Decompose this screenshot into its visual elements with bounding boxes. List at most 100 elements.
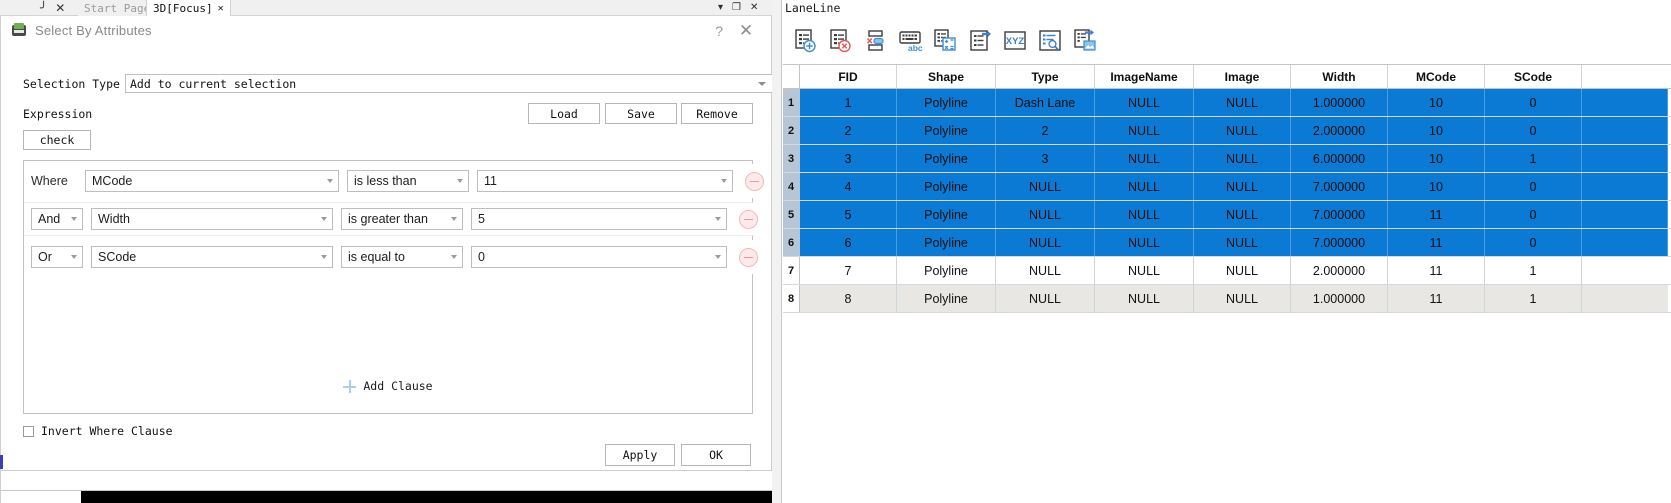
- panel-divider[interactable]: [772, 0, 782, 503]
- table-row[interactable]: 7 7 Polyline NULL NULL NULL 2.000000 11 …: [783, 257, 1671, 285]
- cell-width[interactable]: 2.000000: [1291, 117, 1388, 144]
- cell-imagename[interactable]: NULL: [1095, 173, 1194, 200]
- clause-operator-dropdown[interactable]: is greater than: [341, 208, 463, 230]
- close-icon[interactable]: ✕: [750, 3, 758, 13]
- cell-type[interactable]: 2: [996, 117, 1095, 144]
- cell-width[interactable]: 1.000000: [1291, 285, 1388, 312]
- remove-clause-icon[interactable]: [739, 209, 758, 229]
- column-header-shape[interactable]: Shape: [897, 65, 996, 88]
- cell-shape[interactable]: Polyline: [897, 173, 996, 200]
- restore-icon[interactable]: ❐: [732, 3, 741, 13]
- cell-mcode[interactable]: 10: [1388, 89, 1485, 116]
- cell-mcode[interactable]: 11: [1388, 229, 1485, 256]
- clause-connector-dropdown[interactable]: Or: [31, 246, 83, 268]
- cell-fid[interactable]: 8: [800, 285, 897, 312]
- cell-width[interactable]: 1.000000: [1291, 89, 1388, 116]
- selection-type-dropdown[interactable]: Add to current selection: [125, 74, 773, 93]
- cell-scode[interactable]: 0: [1485, 201, 1582, 228]
- cell-width[interactable]: 2.000000: [1291, 257, 1388, 284]
- check-button[interactable]: check: [23, 130, 91, 150]
- column-header-imagename[interactable]: ImageName: [1095, 65, 1194, 88]
- cell-mcode[interactable]: 10: [1388, 117, 1485, 144]
- cell-type[interactable]: 3: [996, 145, 1095, 172]
- column-header-image[interactable]: Image: [1194, 65, 1291, 88]
- cell-scode[interactable]: 1: [1485, 145, 1582, 172]
- cell-imagename[interactable]: NULL: [1095, 257, 1194, 284]
- clause-field-dropdown[interactable]: SCode: [91, 246, 333, 268]
- column-header-mcode[interactable]: MCode: [1388, 65, 1485, 88]
- cell-type[interactable]: NULL: [996, 257, 1095, 284]
- table-row[interactable]: 1 1 Polyline Dash Lane NULL NULL 1.00000…: [783, 89, 1671, 117]
- cell-imagename[interactable]: NULL: [1095, 201, 1194, 228]
- clause-value-dropdown[interactable]: 0: [471, 246, 727, 268]
- cell-fid[interactable]: 3: [800, 145, 897, 172]
- cell-fid[interactable]: 2: [800, 117, 897, 144]
- row-header[interactable]: 8: [783, 285, 800, 312]
- cell-shape[interactable]: Polyline: [897, 229, 996, 256]
- clause-operator-dropdown[interactable]: is less than: [347, 170, 469, 192]
- cell-scode[interactable]: 0: [1485, 117, 1582, 144]
- cell-scode[interactable]: 0: [1485, 89, 1582, 116]
- cell-image[interactable]: NULL: [1194, 117, 1291, 144]
- remove-clause-icon[interactable]: [745, 171, 764, 191]
- table-row[interactable]: 4 4 Polyline NULL NULL NULL 7.000000 10 …: [783, 173, 1671, 201]
- cell-type[interactable]: NULL: [996, 229, 1095, 256]
- cell-image[interactable]: NULL: [1194, 201, 1291, 228]
- cell-fid[interactable]: 5: [800, 201, 897, 228]
- save-button[interactable]: Save: [605, 103, 677, 124]
- table-row[interactable]: 6 6 Polyline NULL NULL NULL 7.000000 11 …: [783, 229, 1671, 257]
- cell-image[interactable]: NULL: [1194, 285, 1291, 312]
- delete-field-icon[interactable]: [861, 27, 889, 55]
- invert-where-clause-row[interactable]: Invert Where Clause: [23, 424, 173, 438]
- cell-scode[interactable]: 0: [1485, 173, 1582, 200]
- cell-mcode[interactable]: 10: [1388, 173, 1485, 200]
- cell-image[interactable]: NULL: [1194, 89, 1291, 116]
- row-header[interactable]: 5: [783, 201, 800, 228]
- pin-icon[interactable]: ╯: [40, 2, 47, 14]
- cell-mcode[interactable]: 11: [1388, 257, 1485, 284]
- cell-mcode[interactable]: 11: [1388, 285, 1485, 312]
- cell-image[interactable]: NULL: [1194, 229, 1291, 256]
- table-row[interactable]: 8 8 Polyline NULL NULL NULL 1.000000 11 …: [783, 285, 1671, 313]
- row-header[interactable]: 3: [783, 145, 800, 172]
- clause-value-dropdown[interactable]: 5: [471, 208, 727, 230]
- row-header[interactable]: 2: [783, 117, 800, 144]
- clause-connector-dropdown[interactable]: And: [31, 208, 83, 230]
- row-header[interactable]: 1: [783, 89, 800, 116]
- cell-shape[interactable]: Polyline: [897, 257, 996, 284]
- table-row[interactable]: 2 2 Polyline 2 NULL NULL 2.000000 10 0: [783, 117, 1671, 145]
- cell-fid[interactable]: 7: [800, 257, 897, 284]
- cell-scode[interactable]: 0: [1485, 229, 1582, 256]
- tab-3d-focus-close-icon[interactable]: ✕: [218, 3, 224, 14]
- cell-width[interactable]: 6.000000: [1291, 145, 1388, 172]
- panel-close-icon[interactable]: ✕: [55, 2, 65, 14]
- cell-width[interactable]: 7.000000: [1291, 229, 1388, 256]
- load-button[interactable]: Load: [528, 103, 600, 124]
- dropdown-icon[interactable]: ▾: [718, 3, 723, 13]
- ok-button[interactable]: OK: [681, 444, 751, 466]
- cell-shape[interactable]: Polyline: [897, 285, 996, 312]
- tab-3d-focus[interactable]: 3D[Focus] ✕: [146, 0, 231, 16]
- export-list-icon[interactable]: [966, 27, 994, 55]
- cell-type[interactable]: Dash Lane: [996, 89, 1095, 116]
- help-icon[interactable]: ?: [715, 23, 723, 39]
- cell-fid[interactable]: 6: [800, 229, 897, 256]
- attach-image-icon[interactable]: [1071, 27, 1099, 55]
- clause-field-dropdown[interactable]: MCode: [85, 170, 339, 192]
- add-clause-button[interactable]: Add Clause: [24, 379, 752, 393]
- table-row[interactable]: 5 5 Polyline NULL NULL NULL 7.000000 11 …: [783, 201, 1671, 229]
- cell-shape[interactable]: Polyline: [897, 117, 996, 144]
- calculate-field-icon[interactable]: [931, 27, 959, 55]
- cell-mcode[interactable]: 11: [1388, 201, 1485, 228]
- cell-type[interactable]: NULL: [996, 201, 1095, 228]
- cell-imagename[interactable]: NULL: [1095, 229, 1194, 256]
- row-header[interactable]: 7: [783, 257, 800, 284]
- cell-scode[interactable]: 1: [1485, 285, 1582, 312]
- row-header[interactable]: 4: [783, 173, 800, 200]
- cell-image[interactable]: NULL: [1194, 145, 1291, 172]
- cell-type[interactable]: NULL: [996, 285, 1095, 312]
- row-header[interactable]: 6: [783, 229, 800, 256]
- cell-width[interactable]: 7.000000: [1291, 173, 1388, 200]
- xyz-icon[interactable]: XYZ: [1001, 27, 1029, 55]
- column-header-scode[interactable]: SCode: [1485, 65, 1582, 88]
